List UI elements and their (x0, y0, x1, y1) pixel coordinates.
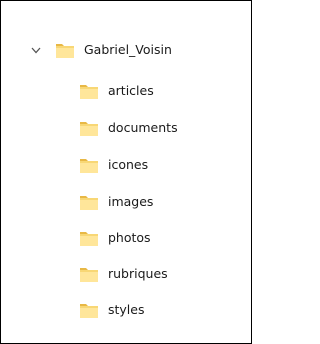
tree-item-label: documents (108, 120, 178, 135)
tree-item-label: photos (108, 230, 151, 245)
tree-item-rubriques[interactable]: rubriques (79, 262, 168, 286)
tree-item-label: articles (108, 83, 154, 98)
tree-item-documents[interactable]: documents (79, 116, 178, 140)
tree-item-images[interactable]: images (79, 190, 153, 214)
tree-item-photos[interactable]: photos (79, 226, 151, 250)
tree-item-articles[interactable]: articles (79, 79, 154, 103)
folder-icon (79, 120, 99, 137)
tree-item-label: icones (108, 157, 149, 172)
tree-item-label: styles (108, 302, 145, 317)
folder-icon (79, 302, 99, 319)
folder-icon (79, 230, 99, 247)
tree-item-gabriel-voisin[interactable]: Gabriel_Voisin (29, 38, 172, 62)
folder-icon (55, 42, 75, 59)
chevron-down-icon[interactable] (29, 38, 43, 62)
folder-icon (79, 83, 99, 100)
folder-icon (79, 157, 99, 174)
tree-item-label: images (108, 194, 154, 209)
folder-tree-panel: Gabriel_Voisin articles documents icones… (0, 0, 252, 344)
tree-item-styles[interactable]: styles (79, 298, 145, 322)
tree-item-label: rubriques (108, 266, 168, 281)
folder-tree: Gabriel_Voisin articles documents icones… (1, 1, 251, 343)
tree-item-label: Gabriel_Voisin (84, 42, 172, 57)
folder-icon (79, 194, 99, 211)
tree-item-icones[interactable]: icones (79, 153, 148, 177)
folder-icon (79, 266, 99, 283)
